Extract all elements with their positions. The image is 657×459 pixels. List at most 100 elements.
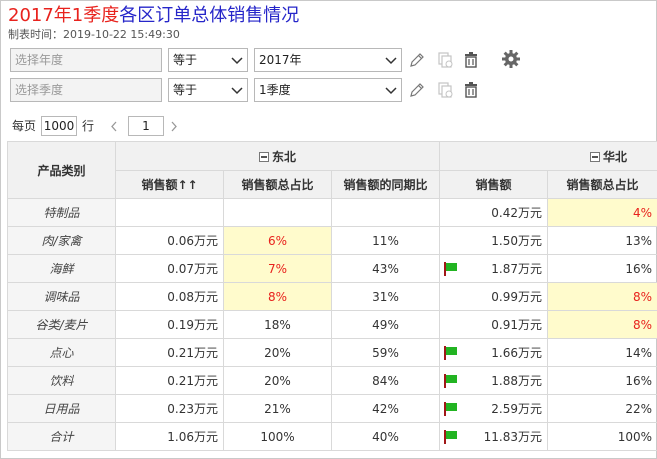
corner-header: 产品类别: [7, 141, 116, 199]
col-header-db-share[interactable]: 销售额总占比: [223, 170, 332, 199]
hb-sales-value: 0.42万元: [491, 206, 543, 220]
col-header-db-sales[interactable]: 销售额↑↑: [115, 170, 224, 199]
db-sales-cell: [115, 198, 224, 227]
hb-share-cell: 16%: [547, 366, 657, 395]
per-page-input[interactable]: 1000: [41, 116, 77, 136]
db-sales-cell: 0.07万元: [115, 254, 224, 283]
table-row: 海鲜 0.07万元 7% 43% 1.87万元 16%: [7, 254, 657, 283]
hb-sales-cell: 11.83万元: [439, 422, 549, 451]
hb-sales-value: 0.91万元: [491, 318, 543, 332]
hb-sales-value: 0.99万元: [491, 290, 543, 304]
quarter-field-input[interactable]: 选择季度: [10, 78, 162, 102]
chevron-left-icon[interactable]: [110, 121, 118, 132]
hb-share-cell: 14%: [547, 338, 657, 367]
db-share-cell: 6%: [223, 226, 332, 255]
db-share-cell: 7%: [223, 254, 332, 283]
hb-share-cell: 13%: [547, 226, 657, 255]
flag-icon: [444, 262, 458, 276]
flag-icon: [444, 374, 458, 388]
collapse-icon[interactable]: [590, 151, 601, 162]
hb-sales-cell: 1.88万元: [439, 366, 549, 395]
category-cell: 饮料: [7, 366, 116, 395]
hb-sales-value: 1.66万元: [491, 346, 543, 360]
db-yoy-cell: 42%: [330, 394, 441, 423]
db-share-cell: 20%: [223, 338, 332, 367]
hb-sales-cell: 2.59万元: [439, 394, 549, 423]
db-share-cell: 18%: [223, 310, 332, 339]
table-row: 调味品 0.08万元 8% 31% 0.99万元 8%: [7, 282, 657, 311]
db-sales-cell: 0.21万元: [115, 338, 224, 367]
sort-arrows-icon[interactable]: ↑↑: [177, 178, 197, 192]
col-header-hb-sales[interactable]: 销售额: [439, 170, 549, 199]
hb-sales-value: 1.50万元: [491, 234, 543, 248]
copy-icon[interactable]: [436, 51, 454, 69]
row-unit-label: 行: [82, 119, 95, 133]
category-cell: 海鲜: [7, 254, 116, 283]
category-cell: 调味品: [7, 282, 116, 311]
db-sales-cell: 1.06万元: [115, 422, 224, 451]
hb-share-cell: 4%: [547, 198, 657, 227]
table-row: 饮料 0.21万元 20% 84% 1.88万元 16%: [7, 366, 657, 395]
year-value: 2017年: [259, 53, 302, 67]
chevron-right-icon[interactable]: [170, 121, 178, 132]
quarter-value-select[interactable]: 1季度: [254, 78, 402, 102]
db-share-cell: 20%: [223, 366, 332, 395]
flag-icon: [444, 402, 458, 416]
collapse-icon[interactable]: [259, 151, 269, 162]
col-header-hb-share[interactable]: 销售额总占比: [547, 170, 657, 199]
flag-icon: [444, 346, 458, 360]
category-cell: 点心: [7, 338, 116, 367]
hb-sales-cell: 1.87万元: [439, 254, 549, 283]
hb-sales-cell: 0.99万元: [439, 282, 549, 311]
gear-icon[interactable]: [501, 49, 521, 69]
hb-sales-value: 1.87万元: [491, 262, 543, 276]
db-sales-cell: 0.19万元: [115, 310, 224, 339]
per-page-label: 每页: [12, 119, 37, 133]
table-row: 肉/家禽 0.06万元 6% 11% 1.50万元 13%: [7, 226, 657, 255]
hb-sales-value: 1.88万元: [491, 374, 543, 388]
db-yoy-cell: 40%: [330, 422, 441, 451]
year-value-select[interactable]: 2017年: [254, 48, 402, 72]
category-cell: 肉/家禽: [7, 226, 116, 255]
year-field-input[interactable]: 选择年度: [10, 48, 162, 72]
db-yoy-cell: 84%: [330, 366, 441, 395]
table-row: 合计 1.06万元 100% 40% 11.83万元 100%: [7, 422, 657, 451]
db-yoy-cell: 11%: [330, 226, 441, 255]
category-cell: 日用品: [7, 394, 116, 423]
trash-icon[interactable]: [462, 81, 480, 99]
group-header-huabei[interactable]: 华北: [439, 141, 657, 171]
col-header-db-yoy[interactable]: 销售额的同期比: [330, 170, 441, 199]
category-cell: 特制品: [7, 198, 116, 227]
hb-sales-value: 11.83万元: [483, 430, 543, 444]
hb-sales-cell: 0.42万元: [439, 198, 549, 227]
hb-share-cell: 8%: [547, 310, 657, 339]
chevron-down-icon: [385, 57, 397, 65]
table-row: 日用品 0.23万元 21% 42% 2.59万元 22%: [7, 394, 657, 423]
report-title: 2017年1季度各区订单总体销售情况: [8, 5, 299, 27]
group-header-dongbei[interactable]: 东北: [114, 141, 441, 171]
flag-icon: [444, 430, 458, 444]
pencil-icon[interactable]: [408, 51, 426, 69]
title-main: 各区订单总体销售情况: [119, 5, 300, 26]
year-operator-select[interactable]: 等于: [168, 48, 248, 72]
page-number-input[interactable]: 1: [128, 116, 164, 136]
group-name: 东北: [272, 149, 297, 164]
chevron-down-icon: [385, 87, 397, 95]
db-sales-cell: 0.08万元: [115, 282, 224, 311]
quarter-operator-value: 等于: [173, 83, 198, 97]
category-cell: 谷类/麦片: [7, 310, 116, 339]
quarter-value: 1季度: [259, 83, 291, 97]
hb-sales-cell: 1.66万元: [439, 338, 549, 367]
group-name: 华北: [603, 149, 628, 164]
copy-icon[interactable]: [436, 81, 454, 99]
trash-icon[interactable]: [462, 51, 480, 69]
db-sales-cell: 0.06万元: [115, 226, 224, 255]
quarter-operator-select[interactable]: 等于: [168, 78, 248, 102]
pencil-icon[interactable]: [408, 81, 426, 99]
chevron-down-icon: [231, 57, 243, 65]
db-share-cell: [223, 198, 332, 227]
year-operator-value: 等于: [173, 53, 198, 67]
sales-table: 产品类别 东北 华北 销售额↑↑ 销售额总占比 销售额的同期比 销售额 销售额总…: [7, 141, 657, 451]
hb-share-cell: 22%: [547, 394, 657, 423]
col-header-label: 销售额: [141, 178, 178, 192]
